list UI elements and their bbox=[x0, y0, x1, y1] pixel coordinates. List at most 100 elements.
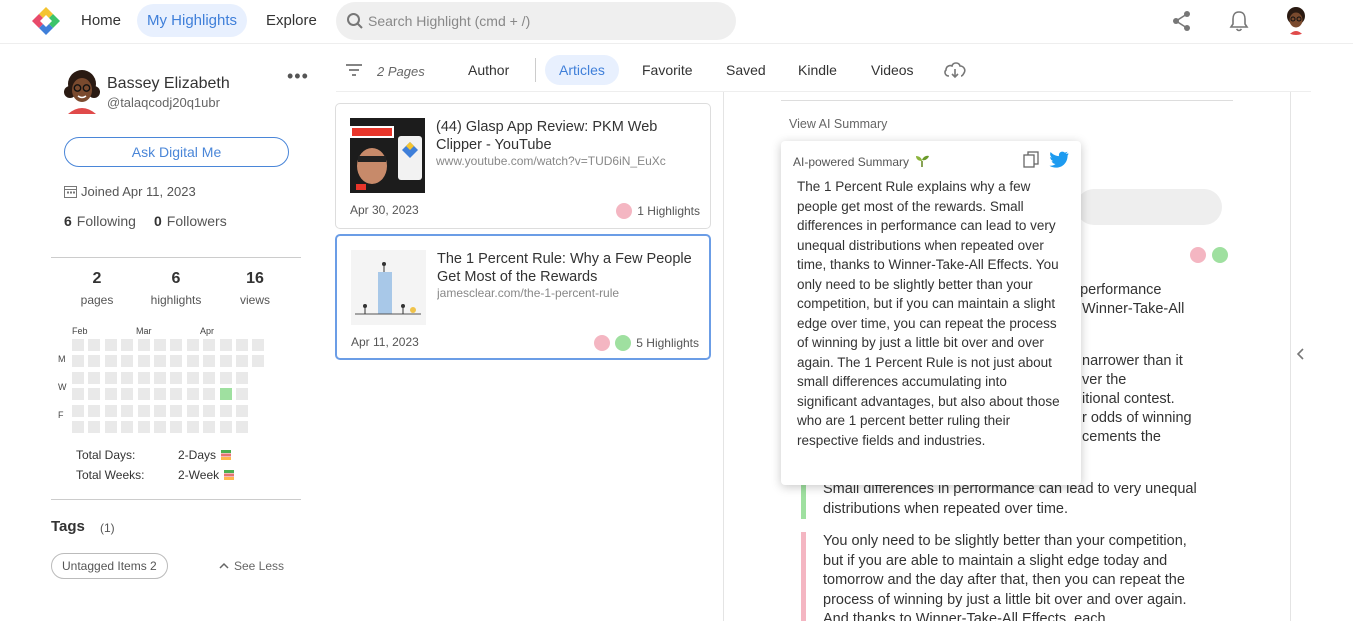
page-card[interactable]: The 1 Percent Rule: Why a Few People Get… bbox=[335, 234, 711, 360]
article-text-fragment: narrower than it bbox=[1082, 353, 1183, 369]
followers-link[interactable]: 0 Followers bbox=[154, 213, 227, 229]
ai-summary-text: The 1 Percent Rule explains why a few pe… bbox=[797, 179, 1060, 448]
highlight-color-dot bbox=[614, 335, 631, 351]
highlight-color-dot[interactable] bbox=[1190, 247, 1206, 263]
card-title[interactable]: The 1 Percent Rule: Why a Few People Get… bbox=[437, 250, 697, 286]
joined-text: Joined Apr 11, 2023 bbox=[81, 184, 196, 199]
copy-icon[interactable] bbox=[1023, 151, 1039, 168]
heatmap-day: M bbox=[58, 354, 66, 364]
divider bbox=[51, 499, 301, 500]
page-card[interactable]: (44) Glasp App Review: PKM Web Clipper -… bbox=[335, 103, 711, 229]
article-thumbnail-icon bbox=[351, 250, 426, 325]
tab-author[interactable]: Author bbox=[454, 55, 523, 85]
heatmap-cell bbox=[121, 339, 134, 351]
heatmap-cell bbox=[121, 421, 134, 433]
heatmap-cell bbox=[72, 388, 84, 401]
highlight-color-dot[interactable] bbox=[1212, 247, 1229, 263]
total-days-text: 2-Days bbox=[178, 448, 217, 462]
highlight-text: Small differences in performance can lea… bbox=[823, 481, 1197, 517]
search-input[interactable] bbox=[368, 2, 723, 40]
heatmap-cell bbox=[154, 371, 166, 384]
tab-favorite[interactable]: Favorite bbox=[628, 55, 707, 85]
heatmap-cell bbox=[72, 371, 84, 384]
video-thumbnail-icon bbox=[350, 118, 425, 193]
stat-label: highlights bbox=[150, 293, 202, 307]
nav-explore[interactable]: Explore bbox=[256, 4, 327, 37]
highlight-color-dot bbox=[593, 335, 610, 351]
highlight-color-dot bbox=[615, 203, 632, 219]
heatmap-cell bbox=[252, 339, 265, 351]
calendar-icon bbox=[64, 186, 77, 198]
notification-bell-icon[interactable] bbox=[1229, 10, 1249, 32]
ask-digital-me-button[interactable]: Ask Digital Me bbox=[64, 137, 289, 167]
heatmap-cell bbox=[203, 355, 216, 368]
heatmap-cell bbox=[104, 355, 117, 368]
heatmap-cell bbox=[72, 355, 84, 368]
article-text-fragment: Winner-Take-All bbox=[1082, 301, 1185, 317]
heatmap-cell bbox=[88, 339, 101, 351]
total-days-label: Total Days: bbox=[76, 448, 136, 462]
heatmap-cell bbox=[72, 339, 84, 351]
heatmap-month: Apr bbox=[200, 326, 215, 336]
books-icon bbox=[221, 450, 232, 460]
highlight-quote[interactable]: You only need to be slightly better than… bbox=[801, 532, 1201, 621]
input-placeholder-bar[interactable] bbox=[1076, 189, 1222, 225]
tab-kindle[interactable]: Kindle bbox=[784, 55, 851, 85]
card-title[interactable]: (44) Glasp App Review: PKM Web Clipper -… bbox=[436, 118, 696, 154]
highlight-bar bbox=[801, 532, 806, 621]
heatmap-cell bbox=[104, 421, 117, 433]
heatmap-cell bbox=[252, 355, 265, 368]
total-weeks-label: Total Weeks: bbox=[76, 468, 145, 482]
heatmap-cell bbox=[236, 339, 248, 351]
tag-chip-untagged[interactable]: Untagged Items 2 bbox=[51, 553, 168, 579]
total-weeks-text: 2-Week bbox=[178, 468, 220, 482]
tags-title: Tags bbox=[51, 518, 85, 535]
stat-label: pages bbox=[80, 293, 114, 307]
heatmap-cell bbox=[154, 421, 166, 433]
nav-home[interactable]: Home bbox=[71, 4, 131, 37]
divider bbox=[336, 91, 1311, 92]
search-bar[interactable] bbox=[336, 2, 736, 40]
heatmap-cell bbox=[154, 355, 166, 368]
following-link[interactable]: 6 Following bbox=[64, 213, 136, 229]
heatmap-cell bbox=[186, 421, 199, 433]
view-ai-summary-link[interactable]: View AI Summary bbox=[789, 117, 887, 131]
heatmap-cell bbox=[219, 388, 232, 401]
share-icon[interactable] bbox=[1172, 10, 1192, 32]
card-highlight-count: 1 Highlights bbox=[615, 203, 700, 219]
card-highlight-count: 5 Highlights bbox=[593, 335, 699, 351]
tab-videos[interactable]: Videos bbox=[857, 55, 928, 85]
heatmap-day: W bbox=[58, 382, 67, 392]
glasp-logo-icon[interactable] bbox=[31, 6, 61, 36]
heatmap-cell bbox=[121, 355, 134, 368]
following-label: Following bbox=[76, 213, 136, 229]
heatmap-cell bbox=[72, 421, 84, 433]
heatmap-cell bbox=[137, 388, 150, 401]
followers-label: Followers bbox=[166, 213, 227, 229]
heatmap-cell bbox=[88, 404, 101, 417]
total-days-value: 2-Days bbox=[178, 448, 232, 462]
twitter-icon[interactable] bbox=[1049, 151, 1069, 168]
heatmap-cell bbox=[236, 421, 248, 433]
user-avatar[interactable] bbox=[1281, 5, 1311, 35]
avatar-icon bbox=[1281, 5, 1311, 35]
chevron-left-icon[interactable] bbox=[1296, 348, 1304, 360]
tab-saved[interactable]: Saved bbox=[712, 55, 780, 85]
tab-articles[interactable]: Articles bbox=[545, 55, 619, 85]
chevron-up-icon bbox=[219, 562, 229, 569]
heatmap-cell bbox=[88, 421, 101, 433]
article-text-fragment: r odds of winning bbox=[1082, 410, 1192, 426]
highlight-quote[interactable]: Small differences in performance can lea… bbox=[801, 480, 1201, 519]
filter-icon[interactable] bbox=[346, 63, 362, 77]
nav-my-highlights[interactable]: My Highlights bbox=[137, 4, 248, 37]
highlight-text: You only need to be slightly better than… bbox=[823, 533, 1187, 621]
heatmap-cell bbox=[186, 388, 199, 401]
cloud-download-icon[interactable] bbox=[943, 60, 967, 80]
heatmap-cell bbox=[219, 339, 232, 351]
card-thumbnail bbox=[350, 118, 425, 193]
heatmap-cell bbox=[121, 388, 134, 401]
more-options-button[interactable]: ••• bbox=[287, 66, 309, 87]
heatmap-cell bbox=[72, 404, 84, 417]
divider bbox=[535, 58, 536, 82]
see-less-button[interactable]: See Less bbox=[218, 559, 284, 573]
